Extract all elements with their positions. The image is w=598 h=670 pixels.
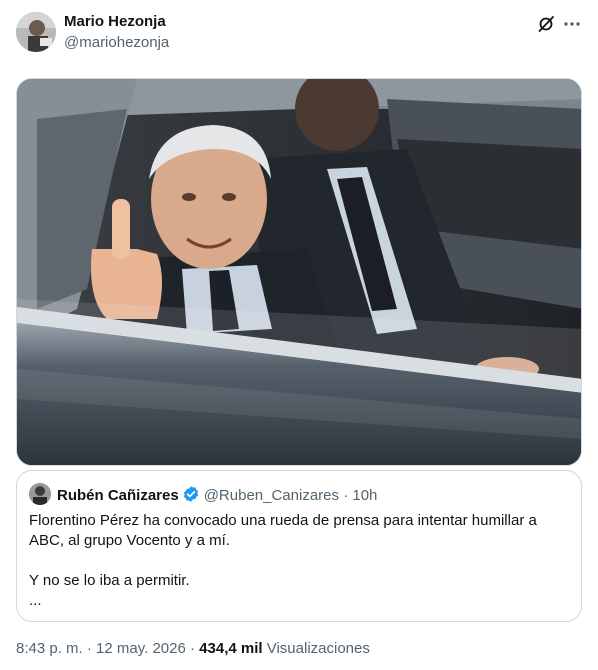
quoted-text-line: ABC, al grupo Vocento y a mí. <box>29 532 230 549</box>
more-options-icon[interactable] <box>562 14 582 34</box>
author-avatar[interactable] <box>16 12 56 52</box>
views-label: Visualizaciones <box>266 640 370 657</box>
tweet-header: Mario Hezonja @mariohezonja <box>16 12 582 56</box>
quoted-tweet-text: Florentino Pérez ha convocado una rueda … <box>29 511 569 611</box>
quoted-timestamp[interactable]: 10h <box>352 487 377 504</box>
verified-badge-icon <box>182 485 200 503</box>
tweet-date[interactable]: 12 may. 2026 <box>96 640 186 657</box>
quoted-author-name[interactable]: Rubén Cañizares <box>57 487 179 504</box>
tweet-photo[interactable] <box>16 78 582 466</box>
meta-separator: · <box>190 640 195 657</box>
quoted-tweet-header: Rubén Cañizares @Ruben_Canizares · 10h <box>57 485 377 504</box>
quoted-text-line: ... <box>29 592 42 609</box>
quoted-text-line: Florentino Pérez ha convocado una rueda … <box>29 512 537 529</box>
tweet-time[interactable]: 8:43 p. m. <box>16 640 83 657</box>
author-handle[interactable]: @mariohezonja <box>64 34 169 51</box>
quoted-separator: · <box>343 487 349 504</box>
author-name[interactable]: Mario Hezonja <box>64 13 166 30</box>
quoted-text-line: Y no se lo iba a permitir. <box>29 572 190 589</box>
quoted-tweet[interactable]: Rubén Cañizares @Ruben_Canizares · 10h Fl… <box>16 470 582 622</box>
quoted-author-avatar[interactable] <box>29 483 51 505</box>
tweet-meta: 8:43 p. m. · 12 may. 2026 · 434,4 mil Vi… <box>16 640 370 657</box>
grok-icon[interactable] <box>536 14 556 34</box>
quoted-author-handle[interactable]: @Ruben_Canizares <box>204 487 339 504</box>
meta-separator: · <box>86 640 92 657</box>
views-count[interactable]: 434,4 mil <box>199 640 262 657</box>
